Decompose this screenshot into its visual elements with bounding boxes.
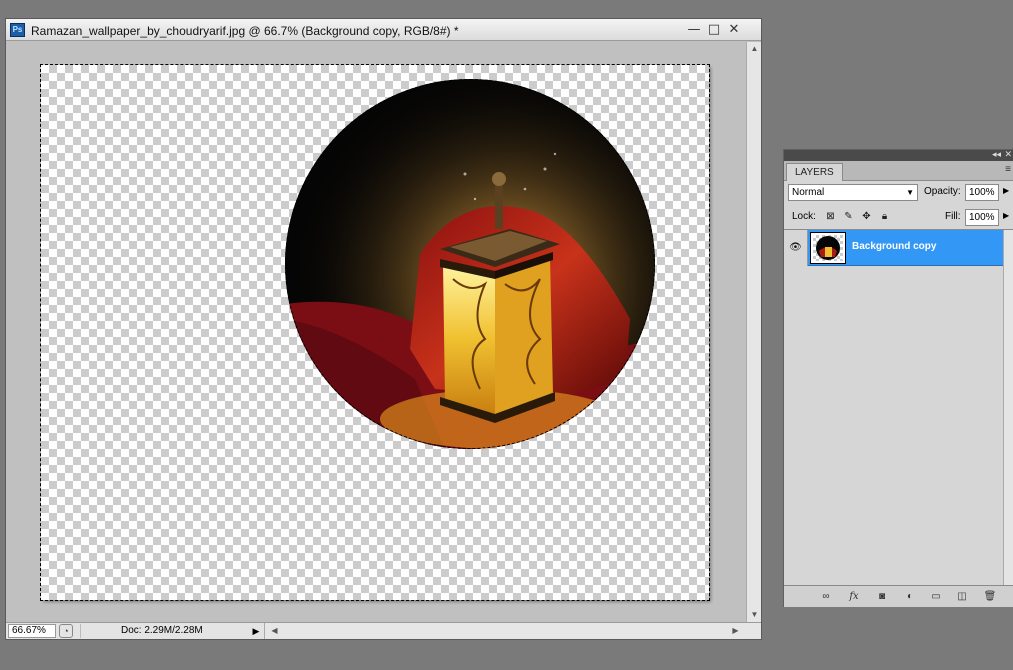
tab-layers[interactable]: LAYERS <box>786 163 843 181</box>
fill-label: Fill: <box>945 211 961 222</box>
new-layer-icon[interactable]: ◫ <box>954 590 970 604</box>
status-options-icon[interactable]: ◔ <box>59 624 73 638</box>
scroll-right-icon[interactable]: ▶ <box>728 624 743 638</box>
close-icon[interactable]: ✕ <box>726 22 742 38</box>
mask-icon[interactable]: ◙ <box>874 590 890 604</box>
layer-thumbnail[interactable] <box>810 232 846 264</box>
maximize-icon[interactable]: □ <box>706 22 722 38</box>
panel-menu-icon[interactable]: ≡ <box>1005 164 1011 175</box>
document-title-bar[interactable]: Ps Ramazan_wallpaper_by_choudryarif.jpg … <box>6 19 761 41</box>
close-panel-icon[interactable]: ✕ <box>1004 149 1012 160</box>
lock-image-pixels-icon[interactable]: ✎ <box>842 210 855 223</box>
link-icon[interactable]: ∞ <box>818 590 834 604</box>
scroll-down-icon[interactable]: ▼ <box>747 608 762 622</box>
collapse-panel-icon[interactable]: ◂◂ <box>992 149 1001 160</box>
scroll-up-icon[interactable]: ▲ <box>747 42 762 56</box>
lantern-image <box>285 79 655 449</box>
fill-field[interactable]: 100% <box>965 209 999 226</box>
zoom-level-field[interactable]: 66.67% <box>8 624 56 638</box>
trash-icon[interactable]: 🗑︎ <box>982 590 998 604</box>
transparent-canvas[interactable] <box>40 64 710 601</box>
canvas-area[interactable] <box>6 42 746 622</box>
photoshop-app-icon: Ps <box>10 23 25 37</box>
adjustment-icon[interactable]: ◐ <box>902 590 918 604</box>
opacity-slider-arrow-icon[interactable]: ▶ <box>1003 186 1009 195</box>
layer-thumbnail-icon <box>816 236 840 260</box>
status-menu-arrow-icon[interactable]: ▶ <box>250 624 262 638</box>
fill-slider-arrow-icon[interactable]: ▶ <box>1003 211 1009 220</box>
lock-transparent-pixels-icon[interactable]: ⊠ <box>824 210 837 223</box>
layers-list: 👁︎ Background copy <box>784 229 1013 585</box>
document-window: Ps Ramazan_wallpaper_by_choudryarif.jpg … <box>5 18 762 640</box>
horizontal-scrollbar[interactable]: ◀ ▶ <box>264 623 761 639</box>
layers-list-scrollbar[interactable] <box>1003 230 1013 585</box>
lock-all-icon[interactable]: 🔒︎ <box>878 210 891 223</box>
lock-label: Lock: <box>792 211 816 222</box>
eye-icon[interactable]: 👁︎ <box>784 230 808 266</box>
scroll-left-icon[interactable]: ◀ <box>267 624 282 638</box>
vertical-scrollbar[interactable]: ▲ ▼ <box>746 42 761 622</box>
layers-panel: ◂◂ ✕ LAYERS ≡ Normal ▼ Opacity: 100% ▶ L… <box>783 149 1013 607</box>
lantern-artwork-icon <box>285 79 655 449</box>
layer-row[interactable]: 👁︎ Background copy <box>784 230 1003 266</box>
folder-icon[interactable]: ▭ <box>928 590 944 604</box>
blend-mode-select[interactable]: Normal ▼ <box>788 184 918 201</box>
opacity-field[interactable]: 100% <box>965 184 999 201</box>
layer-name[interactable]: Background copy <box>852 241 936 252</box>
minimize-icon[interactable]: — <box>686 22 702 38</box>
blend-mode-value: Normal <box>792 187 825 198</box>
fx-icon[interactable]: fx <box>846 590 862 604</box>
status-bar: 66.67% ◔ Doc: 2.29M/2.28M ▶ ◀ ▶ <box>6 622 761 639</box>
panel-bottom-toolbar: ∞ fx ◙ ◐ ▭ ◫ 🗑︎ <box>784 585 1013 607</box>
opacity-label: Opacity: <box>924 186 961 197</box>
document-title: Ramazan_wallpaper_by_choudryarif.jpg @ 6… <box>31 24 459 38</box>
lock-position-icon[interactable]: ✥ <box>860 210 873 223</box>
panel-tab-row: LAYERS ≡ <box>784 161 1013 181</box>
panel-header-bar[interactable]: ◂◂ ✕ <box>784 149 1013 161</box>
document-size-info[interactable]: Doc: 2.29M/2.28M <box>80 624 248 638</box>
chevron-down-icon: ▼ <box>906 188 914 197</box>
